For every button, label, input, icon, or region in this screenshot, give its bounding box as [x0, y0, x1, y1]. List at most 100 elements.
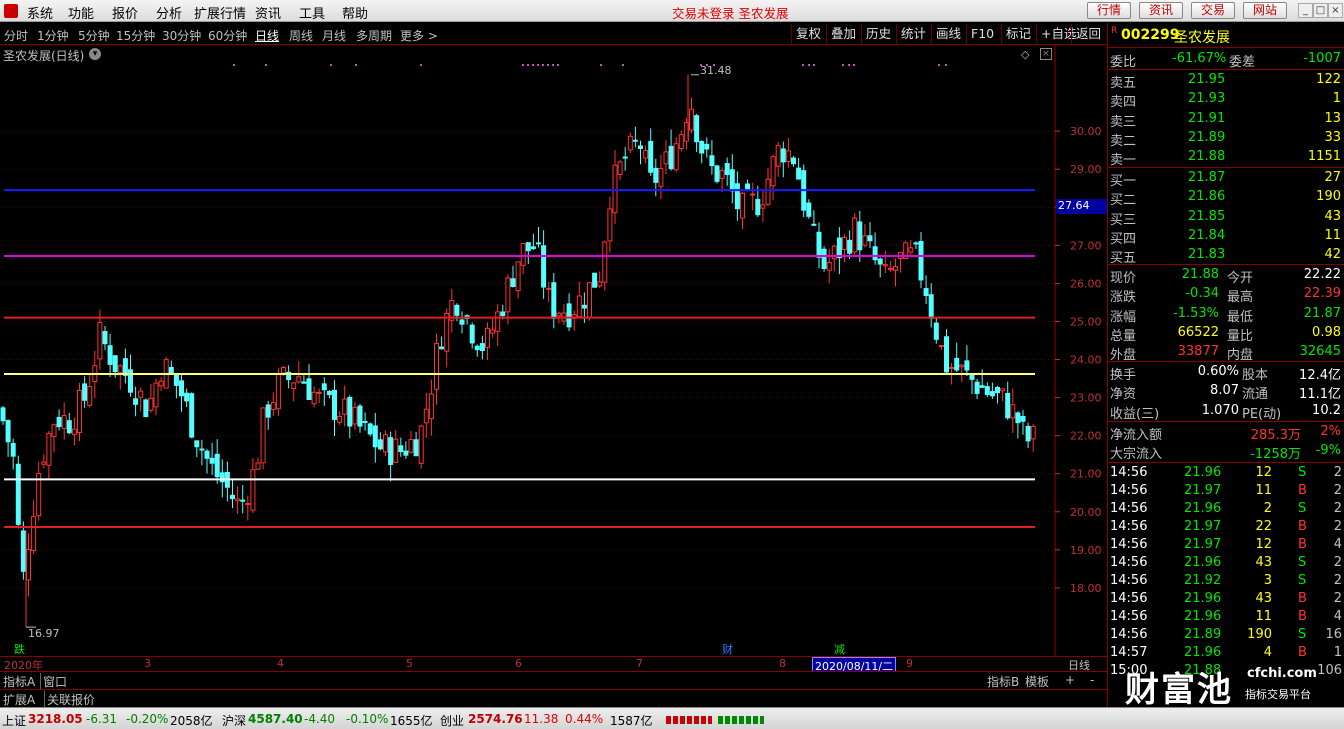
tick-price: 21.97 [1184, 483, 1222, 498]
close-icon[interactable]: × [1328, 3, 1343, 18]
candle-body [648, 140, 654, 173]
index-name[interactable]: 上证 [2, 712, 26, 729]
menu-analysis[interactable]: 分析 [156, 3, 182, 22]
candle-body [479, 343, 485, 352]
candles-svg: 30.0029.0028.0027.0026.0025.0024.0023.00… [0, 45, 1102, 656]
r-icon: R [1111, 26, 1118, 36]
candle-body [423, 408, 429, 424]
period-more[interactable]: 更多 > [400, 27, 438, 44]
menu-function[interactable]: 功能 [68, 3, 94, 22]
level-label: 卖三 [1110, 114, 1137, 130]
candle-body [459, 319, 465, 325]
menu-system[interactable]: 系统 [27, 3, 53, 22]
event-marker[interactable]: 跌 [14, 641, 25, 657]
candle-body [173, 373, 179, 386]
period-tab[interactable]: 30分钟 [162, 27, 201, 44]
candle-body [393, 438, 399, 463]
draw-button[interactable]: 画线 [931, 24, 965, 44]
period-tab[interactable]: 60分钟 [208, 27, 247, 44]
index-value: 2574.76 [468, 712, 523, 726]
level-volume: 33 [1324, 129, 1341, 145]
period-tab[interactable]: 1分钟 [37, 27, 69, 44]
stats-button[interactable]: 统计 [896, 24, 930, 44]
menu-help[interactable]: 帮助 [342, 3, 368, 22]
candle-body [887, 268, 893, 271]
candle-body [811, 223, 817, 226]
candle-body [520, 243, 526, 266]
tick-volume: 11 [1255, 609, 1272, 624]
level-volume: 43 [1324, 208, 1341, 224]
app-logo-icon[interactable] [4, 4, 18, 18]
tick-price: 21.96 [1184, 591, 1222, 606]
trade-button[interactable]: 交易 [1191, 2, 1235, 19]
website-button[interactable]: 网站 [1243, 2, 1287, 19]
tick-price: 21.97 [1184, 519, 1222, 534]
stat-value: 0.98 [1312, 324, 1341, 340]
fuquan-button[interactable]: 复权 [791, 24, 825, 44]
stat-label: PE(动) [1242, 406, 1282, 422]
x-label: 8 [779, 657, 786, 670]
flow-value: -1258万 [1250, 447, 1301, 463]
candle-body [372, 425, 378, 448]
overlay-button[interactable]: 叠加 [826, 24, 860, 44]
maximize-icon[interactable]: □ [1313, 3, 1328, 18]
history-button[interactable]: 历史 [861, 24, 895, 44]
period-tab[interactable]: 月线 [322, 27, 346, 44]
tab-related-quote[interactable]: 关联报价 [44, 691, 95, 708]
news-button[interactable]: 资讯 [1139, 2, 1183, 19]
candle-body [209, 457, 215, 464]
candle-body [581, 304, 587, 309]
candle-body [367, 423, 373, 435]
stat-label: 换手 [1110, 368, 1137, 383]
candle-body [82, 383, 88, 401]
period-tab-daily[interactable]: 日线 [255, 27, 279, 44]
zoom-in-button[interactable]: + [1065, 673, 1075, 687]
period-tab[interactable]: 多周期 [356, 27, 392, 44]
candle-body [107, 345, 113, 365]
tick-side: B [1298, 519, 1307, 534]
event-marker[interactable]: 财 [722, 641, 733, 657]
quote-button[interactable]: 行情 [1087, 2, 1131, 19]
tab-indicator-b[interactable]: 指标B [987, 673, 1019, 690]
candle-body [168, 366, 174, 374]
y-tick-label: 24.00 [1070, 354, 1102, 367]
menu-extended[interactable]: 扩展行情 [194, 3, 246, 22]
tick-side: S [1298, 501, 1307, 516]
tab-extended-a[interactable]: 扩展A [3, 691, 35, 708]
candle-body [148, 397, 154, 411]
event-marker[interactable]: 减 [834, 641, 845, 657]
index-name[interactable]: 沪深 [222, 712, 246, 729]
back-button[interactable]: 返回 [1071, 24, 1105, 44]
menu-quote[interactable]: 报价 [112, 3, 138, 22]
candle-body [658, 167, 664, 187]
signal-dot [552, 64, 554, 66]
candle-body [444, 313, 450, 352]
candle-body [117, 365, 123, 374]
tab-window[interactable]: 窗口 [40, 673, 67, 690]
tab-indicator-a[interactable]: 指标A [3, 673, 35, 690]
x-label: 6 [515, 657, 522, 670]
index-name[interactable]: 创业 [440, 712, 464, 729]
x-label: 4 [277, 657, 284, 670]
period-tab[interactable]: 分时 [4, 27, 28, 44]
candle-body [622, 156, 628, 159]
period-tab[interactable]: 5分钟 [78, 27, 110, 44]
index-value: 3218.05 [28, 712, 83, 726]
f10-button[interactable]: F10 [966, 24, 998, 44]
candle-body [301, 381, 307, 384]
tick-time: 14:56 [1110, 519, 1148, 534]
candle-body [505, 277, 511, 313]
menu-tools[interactable]: 工具 [299, 3, 325, 22]
period-tab[interactable]: 15分钟 [116, 27, 155, 44]
stat-label: 净资 [1110, 387, 1137, 403]
period-tab[interactable]: 周线 [289, 27, 313, 44]
menu-news[interactable]: 资讯 [255, 3, 281, 22]
mark-button[interactable]: 标记 [1001, 24, 1035, 44]
candle-body [179, 380, 184, 397]
candle-body [1015, 412, 1021, 424]
tab-template[interactable]: 模板 [1025, 673, 1049, 690]
kline-chart[interactable]: 圣农发展(日线) ▾ ◇ × 30.0029.0028.0027.0026.00… [0, 45, 1107, 671]
candle-body [485, 327, 490, 348]
zoom-out-button[interactable]: - [1090, 673, 1094, 687]
minimize-icon[interactable]: _ [1298, 3, 1313, 18]
